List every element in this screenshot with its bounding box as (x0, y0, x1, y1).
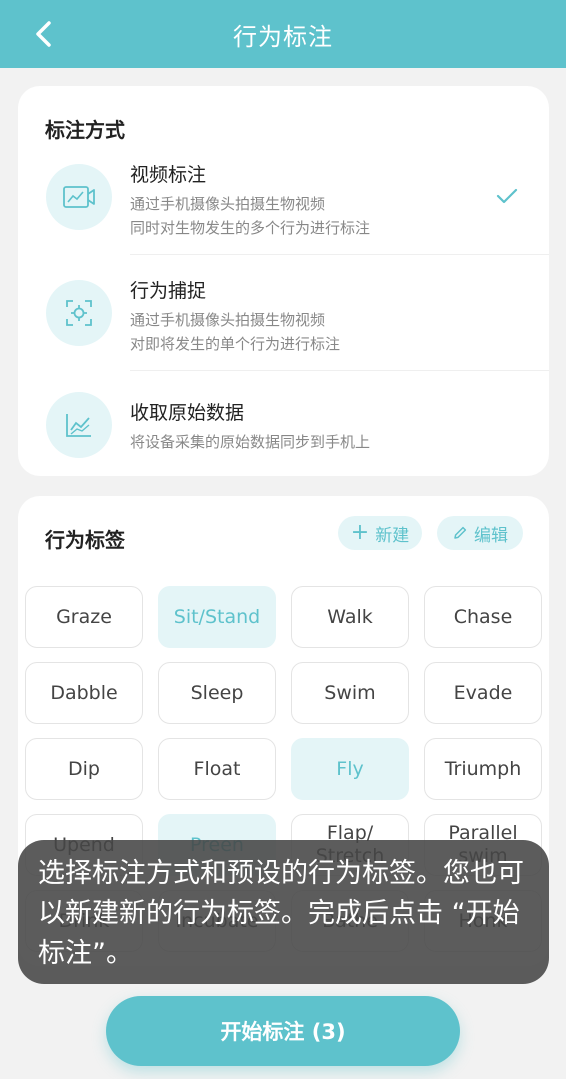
tag-chip[interactable]: Dip (25, 738, 143, 800)
new-tag-button[interactable]: + 新建 (338, 516, 422, 550)
divider (130, 370, 549, 371)
tag-chip[interactable]: Graze (25, 586, 143, 648)
annotation-method-card: 标注方式 视频标注 通过手机摄像头拍摄生物视频 同时对生物发生的多个行为进行标注 (18, 86, 549, 476)
pencil-icon (454, 526, 467, 539)
capture-icon-circle (46, 280, 112, 346)
capture-focus-icon (66, 300, 92, 326)
tag-chip[interactable]: Fly (291, 738, 409, 800)
tag-chip[interactable]: Sleep (158, 662, 276, 724)
divider (130, 254, 549, 255)
line-chart-icon (66, 414, 91, 437)
tag-chip[interactable]: Swim (291, 662, 409, 724)
method-title: 行为捕捉 (130, 280, 207, 302)
tag-chip[interactable]: Dabble (25, 662, 143, 724)
edit-tags-label: 编辑 (474, 525, 508, 546)
new-tag-label: 新建 (375, 525, 410, 546)
video-icon (63, 186, 95, 208)
tag-chip[interactable]: Float (158, 738, 276, 800)
method-desc-line2: 同时对生物发生的多个行为进行标注 (130, 219, 371, 237)
start-annotation-button[interactable]: 开始标注 (3) (106, 996, 460, 1066)
section-title-tags: 行为标签 (45, 528, 125, 552)
section-title-method: 标注方式 (45, 118, 125, 142)
plus-icon: + (350, 520, 370, 545)
chevron-left-icon (36, 21, 51, 47)
page-title: 行为标注 (233, 22, 333, 51)
checkmark-icon (495, 186, 519, 210)
tag-chip[interactable]: Chase (424, 586, 542, 648)
method-title: 收取原始数据 (130, 402, 245, 424)
method-desc-line1: 通过手机摄像头拍摄生物视频 (130, 311, 326, 329)
back-button[interactable] (28, 18, 58, 50)
app-header: 行为标注 (0, 0, 566, 68)
tag-chip[interactable]: Sit/Stand (158, 586, 276, 648)
tag-chip[interactable]: Evade (424, 662, 542, 724)
method-option-capture[interactable]: 行为捕捉 通过手机摄像头拍摄生物视频 对即将发生的单个行为进行标注 (18, 272, 549, 382)
method-desc-line2: 对即将发生的单个行为进行标注 (130, 335, 341, 353)
method-option-raw-data[interactable]: 收取原始数据 将设备采集的原始数据同步到手机上 (18, 390, 549, 470)
edit-tags-button[interactable]: 编辑 (437, 516, 523, 550)
onboarding-tooltip[interactable]: 选择标注方式和预设的行为标签。您也可以新建新的行为标签。完成后点击 “开始标注”… (18, 840, 549, 984)
tag-chip[interactable]: Triumph (424, 738, 542, 800)
tag-chip[interactable]: Walk (291, 586, 409, 648)
method-desc-line1: 将设备采集的原始数据同步到手机上 (130, 433, 371, 451)
raw-data-icon-circle (46, 392, 112, 458)
video-icon-circle (46, 164, 112, 230)
method-desc-line1: 通过手机摄像头拍摄生物视频 (130, 195, 326, 213)
method-title: 视频标注 (130, 164, 207, 186)
